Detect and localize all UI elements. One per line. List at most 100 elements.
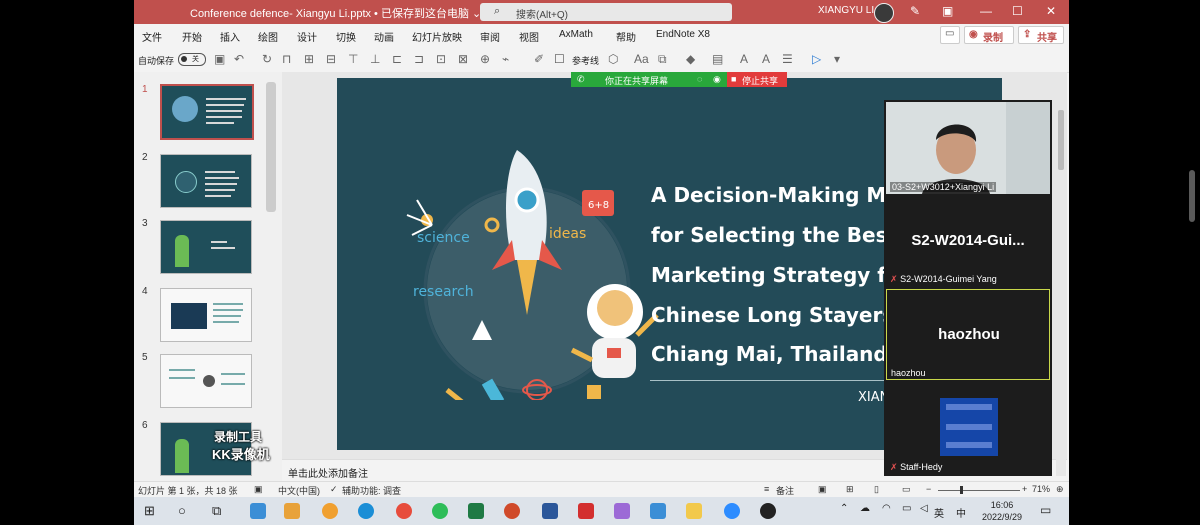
fill-icon[interactable]: ◆: [686, 52, 695, 66]
folder-icon[interactable]: [686, 503, 702, 519]
task-view-icon[interactable]: ⧉: [212, 503, 228, 519]
participant-tile[interactable]: S2-W2014-Gui... ✗ S2-W2014-Guimei Yang: [886, 196, 1050, 288]
app-icon[interactable]: [614, 503, 630, 519]
tab-help[interactable]: 帮助: [616, 29, 636, 44]
participant-tile[interactable]: ✗ Staff-Hedy: [886, 382, 1050, 474]
toolbar-icon-3[interactable]: ⊟: [326, 52, 336, 66]
tab-slideshow[interactable]: 幻灯片放映: [412, 29, 462, 44]
ribbon-display-icon[interactable]: ▣: [942, 4, 953, 18]
reading-view-icon[interactable]: ▯: [874, 484, 879, 495]
edge-icon[interactable]: [358, 503, 374, 519]
network-icon[interactable]: ☁: [860, 503, 876, 519]
notification-icon[interactable]: ▭: [1040, 503, 1056, 519]
toolbar-icon-7[interactable]: ⊐: [414, 52, 424, 66]
tab-design[interactable]: 设计: [297, 29, 317, 44]
normal-view-icon[interactable]: ▣: [818, 484, 827, 495]
zoom-thumb[interactable]: [960, 486, 963, 494]
toolbar-icon-4[interactable]: ⊤: [348, 52, 358, 66]
chrome-icon[interactable]: [396, 503, 412, 519]
shape-icon[interactable]: ⬡: [608, 52, 618, 66]
bullets-icon[interactable]: ☰: [782, 52, 793, 66]
toolbar-icon-8[interactable]: ⊡: [436, 52, 446, 66]
excel-icon[interactable]: [468, 503, 484, 519]
tab-view[interactable]: 视图: [519, 29, 539, 44]
thumbnail-scrollbar[interactable]: [266, 82, 276, 212]
slideshow-icon[interactable]: ▭: [902, 484, 911, 495]
spellcheck-icon[interactable]: ▣: [254, 484, 263, 495]
font-icon[interactable]: Aa: [634, 52, 649, 66]
tab-animations[interactable]: 动画: [374, 29, 394, 44]
sorter-view-icon[interactable]: ⊞: [846, 484, 854, 495]
toolbar-icon-1[interactable]: ⊓: [282, 52, 291, 66]
accessibility-status[interactable]: 辅助功能: 调查: [342, 484, 401, 497]
zoom-icon[interactable]: [724, 503, 740, 519]
tab-insert[interactable]: 插入: [220, 29, 240, 44]
slide-thumbnail[interactable]: [160, 220, 252, 274]
language[interactable]: 中文(中国): [278, 484, 320, 497]
close-icon[interactable]: ✕: [1046, 4, 1056, 18]
font-shrink-icon[interactable]: A: [762, 52, 770, 66]
checkbox-icon[interactable]: ☐: [554, 52, 565, 66]
toolbar-icon-10[interactable]: ⊕: [480, 52, 490, 66]
search-app-icon[interactable]: [322, 503, 338, 519]
input-method[interactable]: 英: [934, 505, 944, 520]
slide-thumbnail[interactable]: [160, 154, 252, 208]
zoom-out-icon[interactable]: −: [926, 484, 931, 494]
input-mode[interactable]: 中: [956, 505, 966, 520]
avatar[interactable]: [874, 3, 894, 23]
slide-thumbnail[interactable]: [160, 288, 252, 342]
participant-video[interactable]: 03-S2+W3012+Xiangyi Li: [886, 102, 1050, 194]
notes-toggle[interactable]: 备注: [776, 484, 794, 497]
pdf-icon[interactable]: [578, 503, 594, 519]
wifi-icon[interactable]: ◠: [882, 503, 898, 519]
play-icon[interactable]: ▷: [812, 52, 821, 66]
arrange-icon[interactable]: ⧉: [658, 52, 667, 67]
search-taskbar-icon[interactable]: ○: [178, 503, 194, 519]
tab-endnote[interactable]: EndNote X8: [656, 29, 710, 40]
zoom-in-icon[interactable]: +: [1022, 484, 1027, 494]
toolbar-icon-2[interactable]: ⊞: [304, 52, 314, 66]
windows-start-icon[interactable]: ⊞: [144, 503, 160, 519]
toolbar-icon-11[interactable]: ⌁: [502, 52, 509, 66]
wechat-icon[interactable]: [432, 503, 448, 519]
undo-icon[interactable]: ↶: [234, 52, 244, 66]
tab-home[interactable]: 开始: [182, 29, 202, 44]
redo-icon[interactable]: ↻: [262, 52, 272, 66]
app-icon[interactable]: [650, 503, 666, 519]
participants-scrollbar[interactable]: [1056, 100, 1066, 476]
guides-label[interactable]: 参考线: [572, 54, 599, 67]
clock[interactable]: 16:06 2022/9/29: [982, 499, 1022, 523]
search-box[interactable]: ⌕ 搜索(Alt+Q): [480, 3, 732, 21]
stop-share-button[interactable]: ■ 停止共享: [727, 72, 787, 87]
pen-icon[interactable]: ✎: [910, 4, 920, 18]
toolbar-icon-5[interactable]: ⊥: [370, 52, 380, 66]
app-icon[interactable]: [760, 503, 776, 519]
user-name[interactable]: XIANGYU LI: [818, 5, 874, 16]
app-icon[interactable]: [284, 503, 300, 519]
tab-draw[interactable]: 绘图: [258, 29, 278, 44]
pause-icon[interactable]: ◌: [697, 74, 702, 84]
autosave-toggle[interactable]: 关: [178, 53, 206, 66]
participant-tile-active[interactable]: haozhou haozhou: [886, 289, 1050, 380]
slide-thumbnail[interactable]: [160, 354, 252, 408]
powerpoint-icon[interactable]: [504, 503, 520, 519]
comments-button[interactable]: ▭: [940, 26, 960, 44]
fit-slide-icon[interactable]: ⊕: [1056, 484, 1064, 495]
toolbar-icon-6[interactable]: ⊏: [392, 52, 402, 66]
tab-transitions[interactable]: 切换: [336, 29, 356, 44]
zoom-level[interactable]: 71%: [1032, 484, 1050, 494]
share-button[interactable]: ⇪ 共享: [1018, 26, 1064, 44]
slide-thumbnail[interactable]: [160, 84, 254, 140]
word-icon[interactable]: [542, 503, 558, 519]
minimize-icon[interactable]: —: [980, 4, 992, 18]
tray-chevron-icon[interactable]: ⌃: [840, 503, 856, 519]
battery-icon[interactable]: ▭: [902, 503, 918, 519]
customize-icon[interactable]: ▾: [834, 52, 840, 66]
tab-axmath[interactable]: AxMath: [559, 29, 593, 40]
tab-review[interactable]: 审阅: [480, 29, 500, 44]
toolbar-icon-9[interactable]: ⊠: [458, 52, 468, 66]
screen-share-bar[interactable]: ✆ 你正在共享屏幕 ◌ ◉: [571, 72, 735, 87]
zoom-slider[interactable]: [938, 490, 1020, 491]
app-icon[interactable]: [250, 503, 266, 519]
record-button[interactable]: ◉ 录制: [964, 26, 1014, 44]
